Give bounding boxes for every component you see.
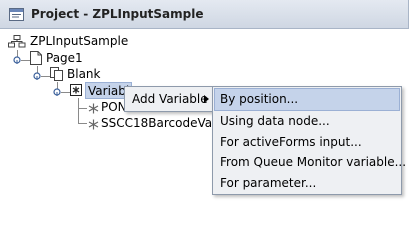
tree-connector [21, 60, 30, 61]
window-title: Project - ZPLInputSample [31, 7, 204, 21]
tree-node-label: PON [101, 100, 127, 114]
tree-connector [78, 123, 87, 124]
menu-item-label: For parameter... [220, 176, 317, 190]
tree-connector [41, 76, 50, 77]
context-menu: Add Variable [124, 86, 215, 112]
tree-connector [78, 108, 87, 109]
add-variable-submenu: By position... Using data node... For ac… [212, 86, 406, 195]
title-bar[interactable]: Project - ZPLInputSample [0, 0, 409, 29]
tree-expanded-handle-icon [33, 72, 41, 80]
tree-expanded-handle-icon [53, 88, 61, 96]
variable-icon [70, 84, 82, 101]
field-asterisk-icon [88, 118, 99, 135]
tree-expanded-handle-icon [13, 56, 21, 64]
tree-node-label: Page1 [46, 51, 83, 65]
project-window: Project - ZPLInputSample ZPLInputSample [0, 0, 410, 208]
by-position-menu-item[interactable]: By position... [214, 88, 400, 111]
tree-connector [78, 98, 79, 123]
field-asterisk-icon [88, 102, 99, 119]
tree-node-label: SSCC18BarcodeVal [101, 116, 216, 130]
tree-connector [61, 92, 70, 93]
add-variable-menu-item[interactable]: Add Variable [125, 87, 214, 111]
submenu-arrow-icon [204, 95, 209, 103]
menu-item-label: Add Variable [132, 92, 208, 106]
project-tree-icon [8, 35, 26, 53]
project-window-icon [9, 8, 24, 24]
blank-form-icon [50, 67, 63, 86]
for-parameter-menu-item[interactable]: For parameter... [213, 171, 401, 195]
tree-node-label: ZPLInputSample [30, 34, 129, 48]
tree-node-label: Blank [67, 67, 101, 81]
page-icon [30, 51, 42, 70]
menu-item-label: By position... [220, 92, 299, 106]
